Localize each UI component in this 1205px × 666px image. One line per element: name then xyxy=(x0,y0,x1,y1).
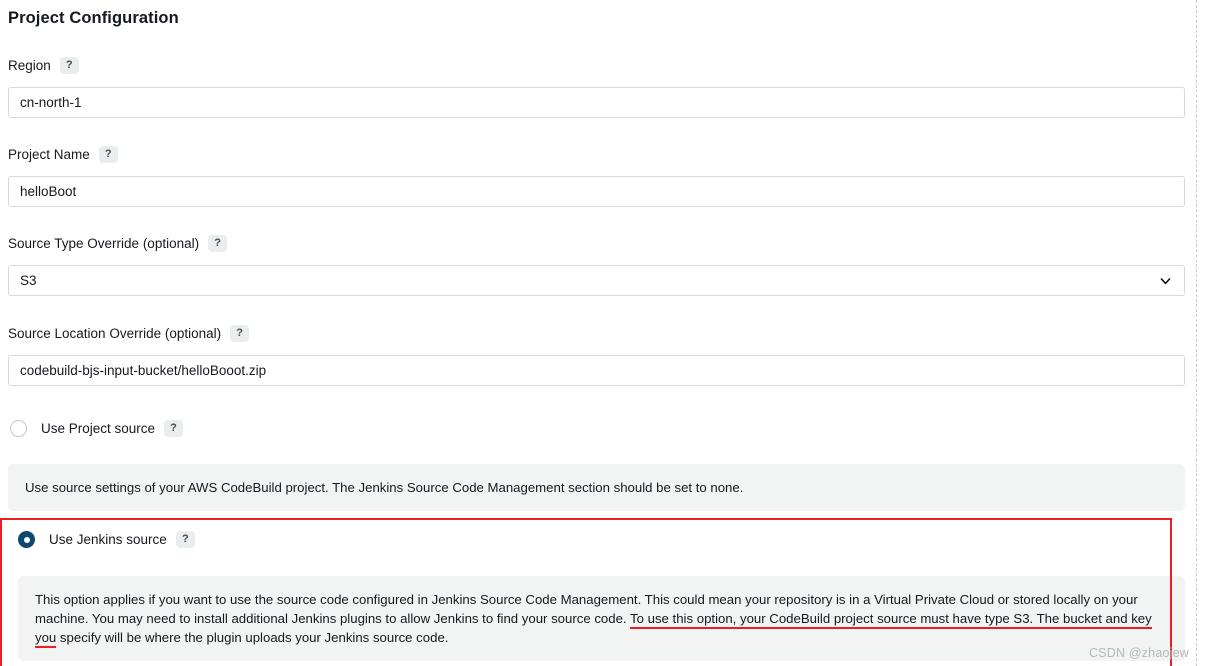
info-panel-project-source: Use source settings of your AWS CodeBuil… xyxy=(8,464,1185,511)
source-location-override-value: codebuild-bjs-input-bucket/helloBooot.zi… xyxy=(20,362,267,378)
help-icon-region[interactable]: ? xyxy=(59,57,79,74)
help-icon-project-name[interactable]: ? xyxy=(98,146,118,163)
project-name-label-text: Project Name xyxy=(8,146,90,162)
project-name-input[interactable]: helloBoot xyxy=(8,176,1185,207)
source-location-override-input[interactable]: codebuild-bjs-input-bucket/helloBooot.zi… xyxy=(8,355,1185,386)
radio-button-use-project-source[interactable] xyxy=(10,420,27,437)
project-configuration-page: Project Configuration Region ? cn-north-… xyxy=(0,0,1205,666)
info-panel-jenkins-source: This option applies if you want to use t… xyxy=(18,576,1185,661)
region-label-text: Region xyxy=(8,57,51,73)
help-icon-source-location-override[interactable]: ? xyxy=(230,325,250,342)
info-text-project-source: Use source settings of your AWS CodeBuil… xyxy=(25,480,744,495)
page-title: Project Configuration xyxy=(8,9,179,27)
help-icon-use-jenkins-source[interactable]: ? xyxy=(175,531,195,548)
radio-row-use-jenkins-source[interactable]: Use Jenkins source ? xyxy=(18,531,195,548)
radio-button-use-jenkins-source[interactable] xyxy=(18,531,35,548)
field-label-region: Region ? xyxy=(8,57,1185,74)
info-text-jenkins-source-part2: specify will be where the plugin uploads… xyxy=(56,630,449,645)
field-label-source-location-override: Source Location Override (optional) ? xyxy=(8,325,1185,342)
region-input[interactable]: cn-north-1 xyxy=(8,87,1185,118)
field-source-type-override: Source Type Override (optional) ? S3 xyxy=(8,235,1185,296)
project-name-input-value: helloBoot xyxy=(20,183,77,199)
page-right-divider xyxy=(1196,0,1197,666)
radio-row-use-project-source[interactable]: Use Project source ? xyxy=(10,420,184,437)
source-type-override-select[interactable]: S3 xyxy=(8,265,1185,296)
field-project-name: Project Name ? helloBoot xyxy=(8,146,1185,207)
help-icon-use-project-source[interactable]: ? xyxy=(164,420,184,437)
source-type-override-label-text: Source Type Override (optional) xyxy=(8,235,200,251)
radio-label-use-project-source: Use Project source xyxy=(41,421,156,436)
chevron-down-icon xyxy=(1160,277,1171,284)
radio-label-use-jenkins-source: Use Jenkins source xyxy=(49,532,167,547)
field-label-project-name: Project Name ? xyxy=(8,146,1185,163)
source-location-override-label-text: Source Location Override (optional) xyxy=(8,325,222,341)
field-source-location-override: Source Location Override (optional) ? co… xyxy=(8,325,1185,386)
watermark: CSDN @zhaojew xyxy=(1088,646,1189,660)
form-content: Project Configuration Region ? cn-north-… xyxy=(8,0,1185,661)
field-label-source-type-override: Source Type Override (optional) ? xyxy=(8,235,1185,252)
source-type-override-value: S3 xyxy=(20,272,37,288)
help-icon-source-type-override[interactable]: ? xyxy=(208,235,228,252)
field-region: Region ? cn-north-1 xyxy=(8,57,1185,118)
region-input-value: cn-north-1 xyxy=(20,94,82,110)
